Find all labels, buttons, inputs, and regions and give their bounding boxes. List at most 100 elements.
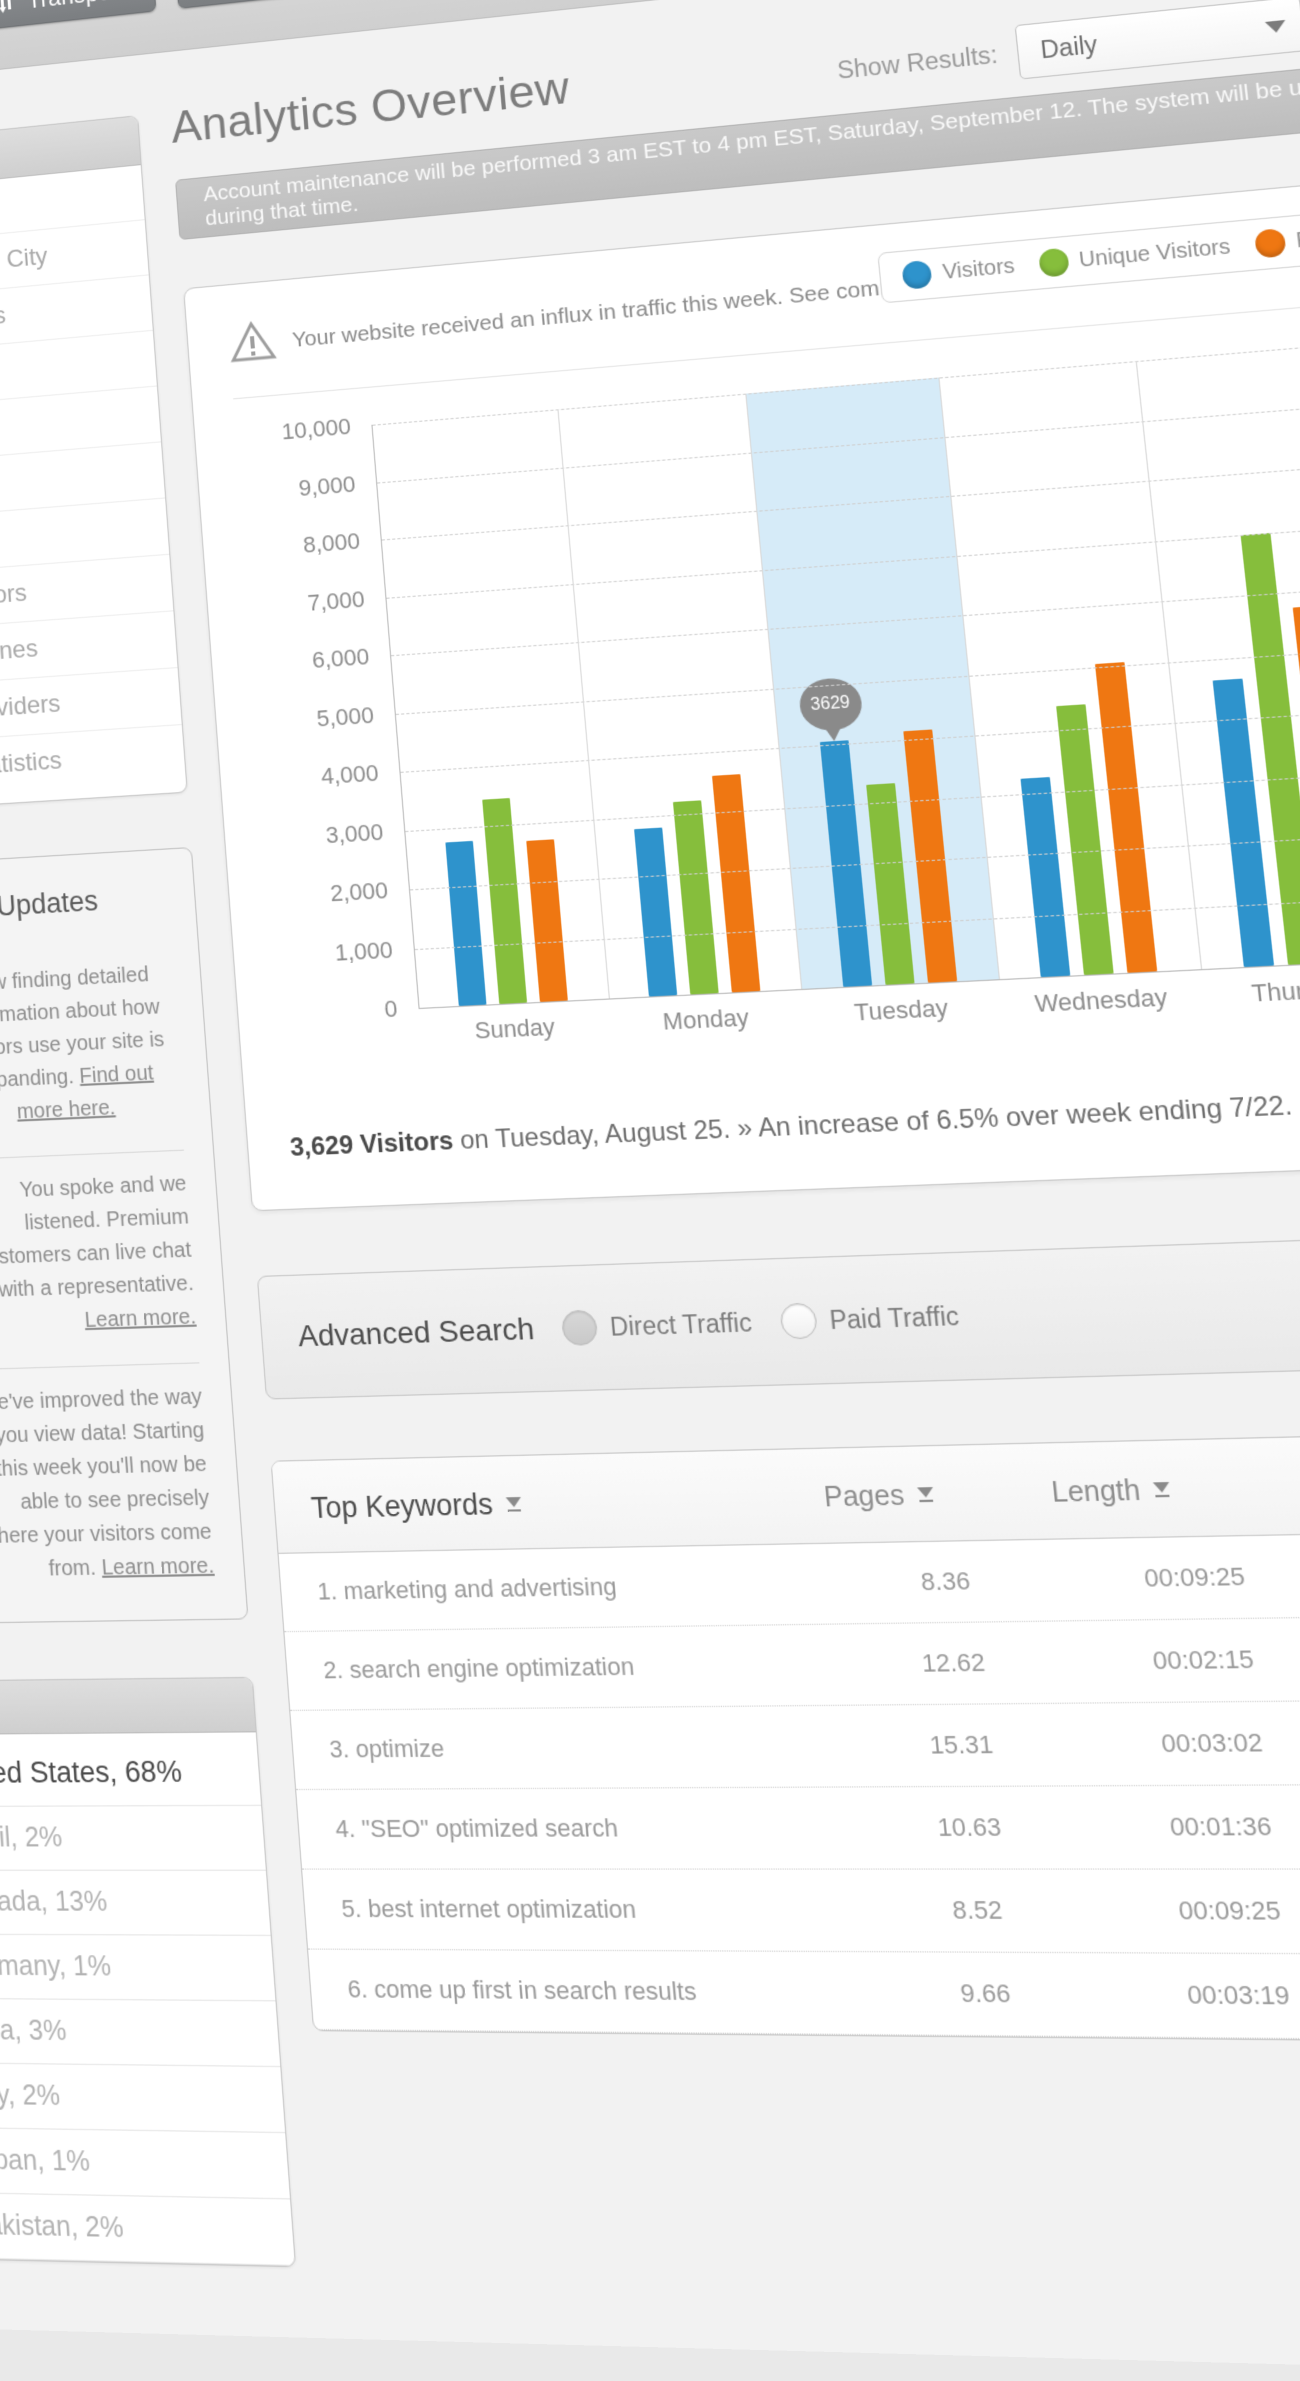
- chart-bar[interactable]: [526, 839, 569, 1002]
- x-axis-tick: Monday: [661, 1003, 750, 1036]
- list-item[interactable]: United States, 68%: [0, 1739, 262, 1808]
- update-item: Now finding detailed information about h…: [0, 940, 184, 1163]
- table-row[interactable]: 5. best internet optimization 8.52 00:09:2…: [302, 1869, 1300, 1957]
- list-item[interactable]: Brazil, 2%: [0, 1805, 266, 1871]
- keywords-table-body: 1. marketing and advertising 8.36 00:09:25…: [278, 1528, 1300, 2043]
- transpose-icon: [0, 0, 18, 17]
- update-item: We've improved the way you view data! St…: [0, 1363, 216, 1594]
- x-axis-tick: Wednesday: [1033, 983, 1169, 1018]
- chart-bar[interactable]: [445, 841, 487, 1006]
- sort-descending-icon[interactable]: [914, 1479, 938, 1512]
- keyword-cell: 5. best internet optimization: [340, 1894, 638, 1924]
- table-row[interactable]: 3. optimize15.3100:03:0286.2%: [290, 1698, 1300, 1791]
- page-body: Overview Country, State, City Landing Pa…: [0, 0, 1300, 2378]
- chart-card: Visitors Unique Visitors Page Views: [183, 168, 1300, 1212]
- chevron-down-icon: [1264, 19, 1287, 34]
- y-axis-tick: 1,000: [333, 935, 394, 966]
- update-text: You spoke and we listened. Premium custo…: [0, 1172, 197, 1333]
- chart-bar[interactable]: [865, 783, 915, 985]
- legend-item-page-views[interactable]: Page Views: [1253, 216, 1300, 259]
- list-item[interactable]: Japan, 1%: [0, 2127, 291, 2200]
- learn-more-link[interactable]: Learn more.: [101, 1554, 215, 1580]
- radio-direct-traffic[interactable]: Direct Traffic: [560, 1305, 754, 1347]
- pages-cell: 15.31: [928, 1729, 995, 1760]
- legend-item-unique-visitors[interactable]: Unique Visitors: [1037, 233, 1232, 278]
- visitors-bar-chart: 0 1,000 2,000 3,000 4,000 5,000 6,000 7,000 8,00…: [236, 334, 1300, 1063]
- learn-more-link[interactable]: Learn more.: [84, 1305, 197, 1332]
- column-header-label: Top Keywords: [309, 1487, 495, 1525]
- chart-caption-rest: on Tuesday, August 25. » An increase of …: [451, 1090, 1294, 1156]
- legend-swatch: [1253, 228, 1287, 259]
- length-cell: 00:03:19: [1185, 1979, 1292, 2011]
- chart-bar[interactable]: [672, 800, 719, 995]
- y-axis-tick: 9,000: [297, 470, 357, 501]
- keyword-cell: 1. marketing and advertising: [316, 1572, 618, 1606]
- list-item[interactable]: Canada, 13%: [0, 1870, 271, 1936]
- y-axis-tick: 5,000: [315, 701, 375, 732]
- radio-button[interactable]: [560, 1309, 599, 1347]
- x-axis-tick: Tuesday: [853, 993, 950, 1027]
- advanced-search-bar: Advanced Search Direct Traffic Paid Traf…: [256, 1229, 1300, 1400]
- transpose-label: Transpose: [26, 0, 136, 14]
- pages-cell: 9.66: [959, 1978, 1012, 2009]
- show-results-value: Daily: [1039, 30, 1099, 64]
- list-item[interactable]: India, 3%: [0, 1998, 281, 2068]
- y-axis-tick: 7,000: [306, 585, 366, 616]
- legend-item-visitors[interactable]: Visitors: [901, 252, 1016, 290]
- countries-list: United States, 68% Brazil, 2% Canada, 13…: [0, 1732, 295, 2267]
- length-cell: 00:03:02: [1159, 1727, 1265, 1758]
- length-cell: 00:01:36: [1168, 1811, 1274, 1842]
- list-item[interactable]: Italy, 2%: [0, 2063, 286, 2134]
- chart-caption: 3,629 Visitors on Tuesday, August 25. » …: [289, 1080, 1300, 1164]
- account-updates-title: Account Updates: [0, 885, 100, 928]
- navigation-panel: Overview Country, State, City Landing Pa…: [0, 115, 188, 814]
- sort-descending-icon[interactable]: [1150, 1474, 1174, 1508]
- y-axis-tick: 2,000: [329, 876, 389, 907]
- list-item[interactable]: Pakistan, 2%: [0, 2192, 295, 2267]
- chart-plot-area: 3629: [371, 334, 1300, 1010]
- legend-label: Unique Visitors: [1077, 234, 1232, 272]
- main-column: Analytics Overview Show Results: Daily A…: [169, 0, 1300, 2045]
- legend-label: Visitors: [941, 253, 1016, 284]
- radio-label: Paid Traffic: [828, 1300, 961, 1335]
- y-axis-tick: 6,000: [311, 643, 371, 674]
- length-cell: 00:02:15: [1151, 1644, 1256, 1675]
- chart-bar[interactable]: [902, 729, 957, 983]
- advanced-search-title: Advanced Search: [296, 1311, 536, 1353]
- chart-bar[interactable]: [634, 827, 678, 997]
- radio-paid-traffic[interactable]: Paid Traffic: [778, 1298, 961, 1340]
- pages-cell: 8.36: [919, 1566, 972, 1596]
- column-header-label: Pages: [822, 1479, 906, 1514]
- warning-icon: [227, 316, 278, 372]
- account-updates-panel: Account Updates Now finding detailed inf…: [0, 846, 249, 1625]
- table-row[interactable]: 6. come up first in search results 9.66 00…: [308, 1949, 1300, 2043]
- keyword-cell: 4. "SEO" optimized search: [334, 1813, 619, 1843]
- pages-cell: 12.62: [920, 1647, 987, 1678]
- column-header-pages[interactable]: Pages: [822, 1475, 1053, 1515]
- x-axis-tick: Thursday: [1249, 973, 1300, 1008]
- sort-descending-icon[interactable]: [502, 1487, 524, 1522]
- radio-button[interactable]: [778, 1302, 818, 1340]
- keywords-table-card: Top Keywords Pages Length 1. marketing a…: [270, 1428, 1300, 2045]
- chart-bar[interactable]: [482, 797, 528, 1004]
- paths-button[interactable]: Paths: [174, 0, 314, 9]
- chart-bar[interactable]: [712, 774, 761, 993]
- sidebar-item-custom-statistics[interactable]: Custom Statistics: [0, 725, 186, 802]
- y-axis-tick: 0: [383, 995, 399, 1023]
- chart-bar[interactable]: [1020, 776, 1071, 978]
- table-row[interactable]: 4. "SEO" optimized search10.6300:01:3692…: [296, 1783, 1300, 1870]
- keyword-cell: 3. optimize: [328, 1734, 446, 1764]
- column-header-label: Length: [1050, 1474, 1142, 1509]
- y-axis-tick: 10,000: [280, 413, 352, 445]
- countries-panel-header: [0, 1678, 256, 1736]
- column-header-length[interactable]: Length: [1050, 1470, 1300, 1511]
- chart-caption-highlight: 3,629 Visitors: [289, 1126, 455, 1163]
- list-item[interactable]: Germany, 1%: [0, 1934, 276, 2002]
- update-text: We've improved the way you view data! St…: [0, 1385, 215, 1581]
- column-header-keywords[interactable]: Top Keywords: [310, 1480, 826, 1525]
- radio-label: Direct Traffic: [608, 1307, 753, 1341]
- keywords-table-header: Top Keywords Pages Length: [271, 1429, 1300, 1554]
- transpose-button[interactable]: Transpose: [0, 0, 157, 31]
- y-axis-tick: 8,000: [302, 527, 361, 558]
- length-cell: 00:09:25: [1177, 1895, 1283, 1926]
